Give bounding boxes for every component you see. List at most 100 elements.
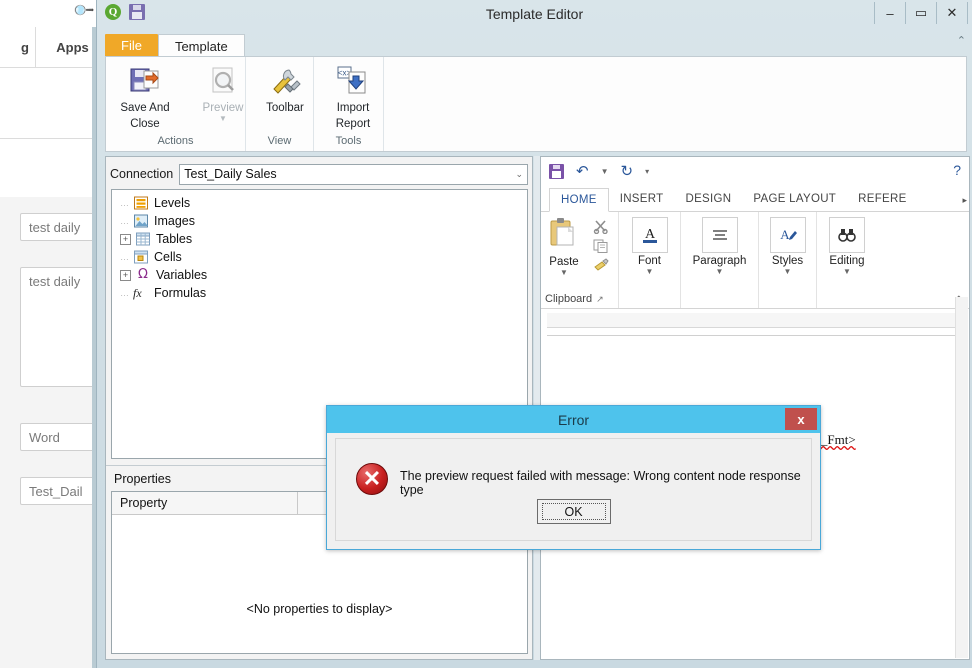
form-field-1[interactable]: test daily <box>20 213 96 241</box>
window-title: Template Editor <box>97 6 972 22</box>
paste-caret-icon[interactable]: ▼ <box>560 268 568 277</box>
editing-button[interactable]: Editing ▼ <box>819 217 875 290</box>
form-field-4[interactable]: Test_Dail <box>20 477 96 505</box>
tree-item-variables[interactable]: + Ω Variables <box>118 266 527 284</box>
styles-label: Styles <box>772 255 803 267</box>
tree-item-label: Formulas <box>154 286 206 300</box>
paragraph-lines-icon <box>702 217 738 253</box>
paragraph-button[interactable]: Paragraph ▼ <box>683 217 757 290</box>
paste-clipboard-icon <box>548 217 580 254</box>
page-header-row <box>0 68 96 139</box>
document-ruler[interactable] <box>547 313 963 328</box>
redo-icon[interactable]: ↻ <box>621 164 634 179</box>
tree-item-formulas[interactable]: … fx Formulas <box>118 284 527 302</box>
fx-formulas-icon: fx <box>133 286 149 300</box>
ribbon-group-label-tools: Tools <box>314 133 383 151</box>
tab-insert[interactable]: INSERT <box>609 187 675 211</box>
font-button[interactable]: A Font ▼ <box>622 217 678 290</box>
page-blank-row <box>0 139 96 197</box>
tab-template[interactable]: Template <box>158 34 245 57</box>
cut-scissors-icon[interactable] <box>593 219 609 237</box>
tab-file[interactable]: File <box>105 34 158 57</box>
bookmark-g[interactable]: g <box>0 27 36 67</box>
save-and-close-button[interactable]: Save And Close <box>106 63 184 131</box>
minimize-button[interactable]: – <box>874 2 905 24</box>
images-icon <box>133 214 149 228</box>
form-field-2[interactable]: test daily <box>20 267 96 387</box>
word-group-label-clipboard: Clipboard ↗ <box>541 290 618 308</box>
error-dialog-message: The preview request failed with message:… <box>400 469 801 497</box>
import-report-label: Import <box>337 102 370 115</box>
preview-magnifier-icon <box>205 63 241 99</box>
connection-combobox[interactable]: Test_Daily Sales ⌄ <box>179 164 528 185</box>
save-icon[interactable] <box>549 164 564 179</box>
undo-caret-icon[interactable]: ▼ <box>601 167 609 176</box>
tab-design[interactable]: DESIGN <box>674 187 742 211</box>
error-dialog-close-button[interactable]: x <box>785 408 817 430</box>
word-group-font: A Font ▼ <box>619 212 681 308</box>
tab-references[interactable]: REFERE <box>847 187 917 211</box>
preview-caret-icon[interactable]: ▼ <box>219 116 227 122</box>
document-vertical-scrollbar[interactable] <box>955 297 968 658</box>
properties-empty-message: <No properties to display> <box>112 602 527 616</box>
form-field-3[interactable]: Word <box>20 423 96 451</box>
ribbon-group-tools: <x> Import Report Tools <box>314 57 384 151</box>
error-dialog-ok-button[interactable]: OK <box>537 499 611 524</box>
error-x-circle-icon: ✕ <box>356 463 388 495</box>
tree-item-label: Tables <box>156 232 192 246</box>
tree-item-levels[interactable]: … Levels <box>118 194 527 212</box>
tree-item-label: Variables <box>156 268 207 282</box>
help-icon[interactable]: ? <box>953 162 961 178</box>
tab-page-layout[interactable]: PAGE LAYOUT <box>742 187 847 211</box>
format-painter-brush-icon[interactable] <box>593 258 609 274</box>
ribbon-group-label-view: View <box>246 133 313 151</box>
styles-A-pen-icon: A <box>770 217 806 253</box>
collapse-ribbon-icon[interactable]: ⌃ <box>957 34 966 47</box>
save-and-close-label: Save And <box>120 102 169 115</box>
error-dialog-title-bar: Error x <box>327 406 820 433</box>
word-tabstrip: HOME INSERT DESIGN PAGE LAYOUT REFERE ▸ <box>541 185 969 212</box>
copy-icon[interactable] <box>593 239 609 256</box>
background-form-area: e test daily n test daily e Word p Test_… <box>0 197 96 668</box>
tab-overflow-icon[interactable]: ▸ <box>962 195 967 206</box>
property-column-header[interactable]: Property <box>118 492 298 514</box>
tab-home[interactable]: HOME <box>549 188 609 212</box>
omega-variables-icon: Ω <box>135 268 151 282</box>
paragraph-label: Paragraph <box>693 255 747 267</box>
ribbon-group-actions: Save And Close Preview ▼ <box>106 57 246 151</box>
tables-grid-icon <box>135 232 151 246</box>
maximize-button[interactable]: ▭ <box>905 2 936 24</box>
connection-row: Connection Test_Daily Sales ⌄ <box>110 163 528 185</box>
styles-caret-icon[interactable]: ▼ <box>784 267 792 276</box>
customize-qat-icon[interactable]: ▾ <box>645 167 649 176</box>
font-caret-icon[interactable]: ▼ <box>646 267 654 276</box>
undo-icon[interactable]: ↶ <box>576 164 589 179</box>
paragraph-caret-icon[interactable]: ▼ <box>716 267 724 276</box>
chevron-down-icon[interactable]: ⌄ <box>515 169 523 180</box>
editing-binoculars-icon <box>829 217 865 253</box>
expand-plus-icon[interactable]: + <box>120 270 131 281</box>
toolbar-hammer-wrench-icon <box>267 63 303 99</box>
word-group-label-editing <box>817 290 877 308</box>
tree-item-label: Levels <box>154 196 190 210</box>
tree-item-label: Images <box>154 214 195 228</box>
expand-plus-icon[interactable]: + <box>120 234 131 245</box>
tree-item-images[interactable]: … Images <box>118 212 527 230</box>
editing-caret-icon[interactable]: ▼ <box>843 267 851 276</box>
window-controls: – ▭ ✕ <box>874 2 968 24</box>
connection-value: Test_Daily Sales <box>184 167 515 181</box>
paste-button[interactable]: Paste ▼ <box>541 217 587 290</box>
dialog-launcher-icon[interactable]: ↗ <box>596 294 604 305</box>
bookmark-apps[interactable]: Apps <box>36 27 96 67</box>
word-group-label-styles <box>759 290 816 308</box>
tree-item-tables[interactable]: + Tables <box>118 230 527 248</box>
toolbar-button[interactable]: Toolbar <box>246 63 324 115</box>
close-button[interactable]: ✕ <box>936 2 968 24</box>
error-dialog-body: ✕ The preview request failed with messag… <box>335 438 812 541</box>
word-ribbon: Paste ▼ <box>541 212 969 309</box>
import-report-button[interactable]: <x> Import Report <box>314 63 392 131</box>
styles-button[interactable]: A Styles ▼ <box>760 217 816 290</box>
search-icon[interactable]: 🔍 <box>71 0 95 23</box>
tree-item-cells[interactable]: … Cells <box>118 248 527 266</box>
ribbon: Save And Close Preview ▼ <box>105 56 967 152</box>
